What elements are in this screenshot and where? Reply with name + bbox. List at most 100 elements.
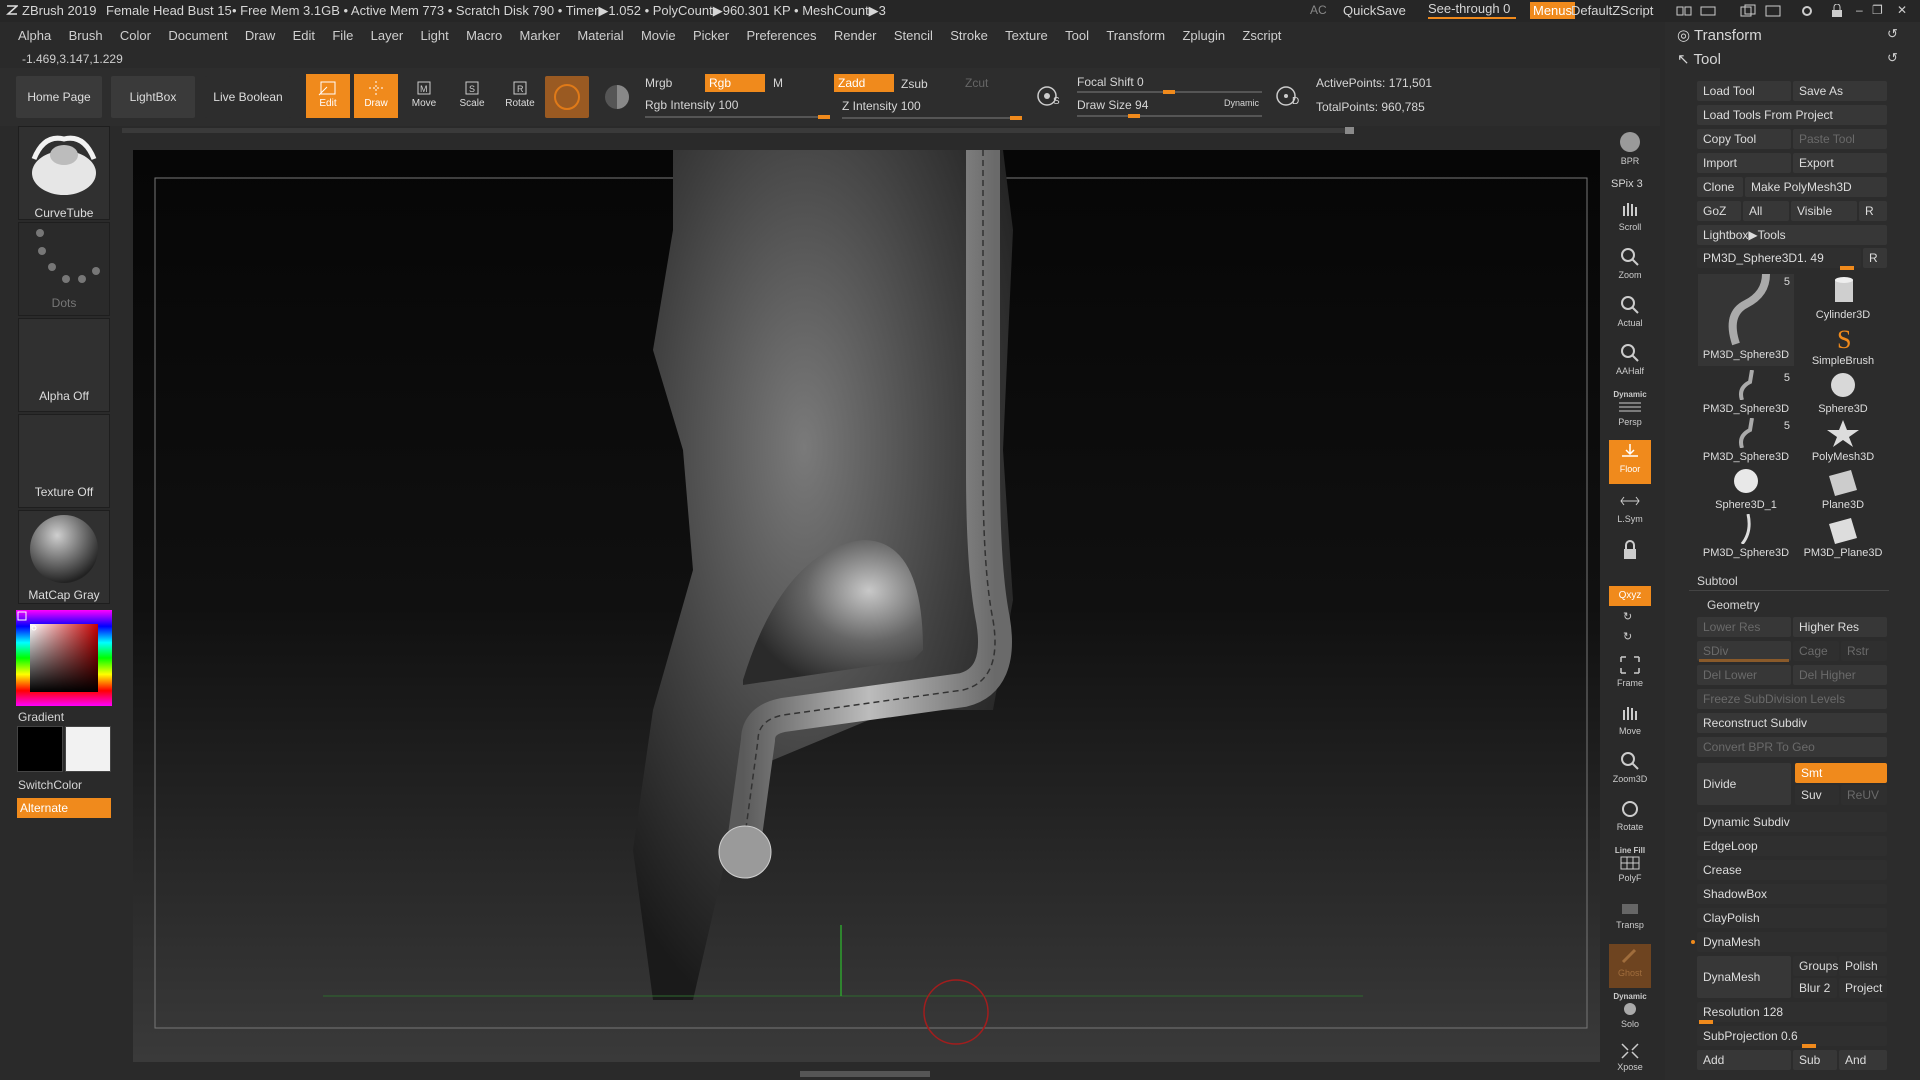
rgb-intensity-track[interactable] xyxy=(645,116,830,118)
current-tool-knob[interactable] xyxy=(1840,266,1854,270)
polyf-button[interactable]: Line Fill PolyF xyxy=(1609,846,1651,890)
ghost-button[interactable]: Ghost xyxy=(1609,944,1651,988)
primary-color-swatch[interactable] xyxy=(17,726,63,772)
convert-bpr-button[interactable]: Convert BPR To Geo xyxy=(1697,737,1887,757)
color-sphere-button[interactable] xyxy=(597,76,637,118)
lazy-mouse-icon[interactable]: D xyxy=(1272,82,1302,112)
menu-marker[interactable]: Marker xyxy=(520,22,560,50)
menus-button[interactable]: Menus xyxy=(1530,2,1576,19)
lsym-button[interactable]: L.Sym xyxy=(1609,490,1651,534)
smt-toggle[interactable]: Smt xyxy=(1795,763,1887,783)
menu-file[interactable]: File xyxy=(332,22,353,50)
lock-icon[interactable] xyxy=(1831,3,1843,21)
zoom3d-button[interactable]: Zoom3D xyxy=(1609,750,1651,794)
menu-draw[interactable]: Draw xyxy=(245,22,275,50)
transp-button[interactable]: Transp xyxy=(1609,896,1651,940)
tool-thumb-pm3d-sphere3d-2[interactable]: 5 PM3D_Sphere3D xyxy=(1698,369,1794,416)
alternate-button[interactable]: Alternate xyxy=(17,798,111,818)
dynamic-toggle[interactable]: Dynamic xyxy=(1224,98,1259,108)
paste-tool-button[interactable]: Paste Tool xyxy=(1793,129,1887,149)
edgeloop-section[interactable]: EdgeLoop xyxy=(1697,836,1887,856)
restore-icon[interactable]: ❐ xyxy=(1872,3,1883,17)
y-rotate-icon[interactable]: ↻ xyxy=(1623,610,1632,623)
and-button[interactable]: And xyxy=(1839,1050,1887,1070)
tool-collapse-icon[interactable]: ↺ xyxy=(1887,50,1898,66)
menu-zplugin[interactable]: Zplugin xyxy=(1182,22,1225,50)
lightbox-tools-button[interactable]: Lightbox▶Tools xyxy=(1697,225,1887,245)
geometry-section[interactable]: Geometry xyxy=(1707,598,1760,612)
shadowbox-section[interactable]: ShadowBox xyxy=(1697,884,1887,904)
copy-tool-button[interactable]: Copy Tool xyxy=(1697,129,1791,149)
material-selector[interactable]: MatCap Gray xyxy=(18,510,110,604)
draw-size-slider[interactable]: Draw Size 94 xyxy=(1077,98,1148,112)
make-polymesh3d-button[interactable]: Make PolyMesh3D xyxy=(1745,177,1887,197)
menu-render[interactable]: Render xyxy=(834,22,877,50)
dynamesh-button[interactable]: DynaMesh xyxy=(1697,956,1791,998)
brush-selector[interactable]: CurveTube xyxy=(18,126,110,220)
minimize-icon[interactable]: – xyxy=(1856,3,1863,17)
suv-toggle[interactable]: Suv xyxy=(1795,785,1839,805)
menu-edit[interactable]: Edit xyxy=(293,22,315,50)
project-toggle[interactable]: Project xyxy=(1839,978,1887,998)
menu-preferences[interactable]: Preferences xyxy=(746,22,816,50)
color-picker[interactable] xyxy=(16,610,112,706)
scroll-button[interactable]: Scroll xyxy=(1609,198,1651,242)
draw-mode-button[interactable]: Draw xyxy=(354,74,398,118)
tool-thumb-sphere3d-1[interactable]: Sphere3D_1 xyxy=(1698,466,1794,512)
rotate-mode-button[interactable]: R Rotate xyxy=(498,74,542,118)
tool-thumb-polymesh3d[interactable]: PolyMesh3D xyxy=(1795,418,1891,464)
menu-alpha[interactable]: Alpha xyxy=(18,22,51,50)
lock-view-button[interactable] xyxy=(1609,538,1651,582)
draw-size-track[interactable] xyxy=(1077,115,1262,117)
aahalf-button[interactable]: AAHalf xyxy=(1609,342,1651,386)
tool-thumb-pm3d-sphere3d-4[interactable]: PM3D_Sphere3D xyxy=(1698,513,1794,560)
rgb-intensity-slider[interactable]: Rgb Intensity 100 xyxy=(645,98,738,112)
tool-thumb-simplebrush[interactable]: S SimpleBrush xyxy=(1795,322,1891,368)
floor-button[interactable]: Floor xyxy=(1609,440,1651,484)
quicksave-button[interactable]: QuickSave xyxy=(1343,3,1406,18)
subtool-section[interactable]: Subtool xyxy=(1697,574,1738,588)
menu-zscript[interactable]: Zscript xyxy=(1242,22,1281,50)
z-intensity-knob[interactable] xyxy=(1010,116,1022,120)
m-toggle[interactable]: M xyxy=(773,76,783,90)
edit-mode-button[interactable]: Edit xyxy=(306,74,350,118)
lightbox-button[interactable]: LightBox xyxy=(111,76,195,118)
freeze-subdivision-button[interactable]: Freeze SubDivision Levels xyxy=(1697,689,1887,709)
draw-size-knob[interactable] xyxy=(1128,114,1140,118)
add-button[interactable]: Add xyxy=(1697,1050,1791,1070)
subprojection-knob[interactable] xyxy=(1802,1044,1816,1048)
stroke-selector[interactable]: Dots xyxy=(18,222,110,316)
tool-thumb-sphere3d[interactable]: Sphere3D xyxy=(1795,370,1891,416)
toolbar-scroll-handle[interactable] xyxy=(1345,127,1354,134)
layout-icon[interactable] xyxy=(1676,5,1692,20)
resolution-knob[interactable] xyxy=(1699,1020,1713,1024)
alpha-selector[interactable]: Alpha Off xyxy=(18,318,110,412)
rstr-button[interactable]: Rstr xyxy=(1841,641,1887,661)
menu-stroke[interactable]: Stroke xyxy=(950,22,988,50)
palette-icon[interactable] xyxy=(1765,4,1781,21)
save-as-button[interactable]: Save As xyxy=(1793,81,1887,101)
groups-toggle[interactable]: Groups xyxy=(1793,956,1838,976)
close-icon[interactable]: ✕ xyxy=(1897,3,1907,17)
subprojection-slider[interactable]: SubProjection 0.6 xyxy=(1697,1026,1887,1046)
resolution-slider[interactable]: Resolution 128 xyxy=(1697,1002,1887,1022)
live-boolean-button[interactable]: Live Boolean xyxy=(205,76,291,118)
focal-shift-knob[interactable] xyxy=(1163,90,1175,94)
goz-all-button[interactable]: All xyxy=(1743,201,1789,221)
tool-thumb-pm3d-plane3d[interactable]: PM3D_Plane3D xyxy=(1795,514,1891,560)
goz-button[interactable]: GoZ xyxy=(1697,201,1741,221)
tool-thumb-plane3d[interactable]: Plane3D xyxy=(1795,466,1891,512)
canvas-bottom-scroll[interactable] xyxy=(800,1071,930,1077)
load-tools-from-project-button[interactable]: Load Tools From Project xyxy=(1697,105,1887,125)
rgb-intensity-knob[interactable] xyxy=(818,115,830,119)
zsub-toggle[interactable]: Zsub xyxy=(901,77,928,91)
bpr-button[interactable]: BPR xyxy=(1609,130,1651,174)
material-sphere-button[interactable] xyxy=(545,76,589,118)
load-tool-button[interactable]: Load Tool xyxy=(1697,81,1791,101)
scale-mode-button[interactable]: S Scale xyxy=(450,74,494,118)
zcut-toggle[interactable]: Zcut xyxy=(965,76,988,90)
layout-alt-icon[interactable] xyxy=(1700,5,1716,20)
ac-label[interactable]: AC xyxy=(1310,3,1327,17)
zadd-toggle[interactable]: Zadd xyxy=(834,74,894,92)
lower-res-button[interactable]: Lower Res xyxy=(1697,617,1791,637)
